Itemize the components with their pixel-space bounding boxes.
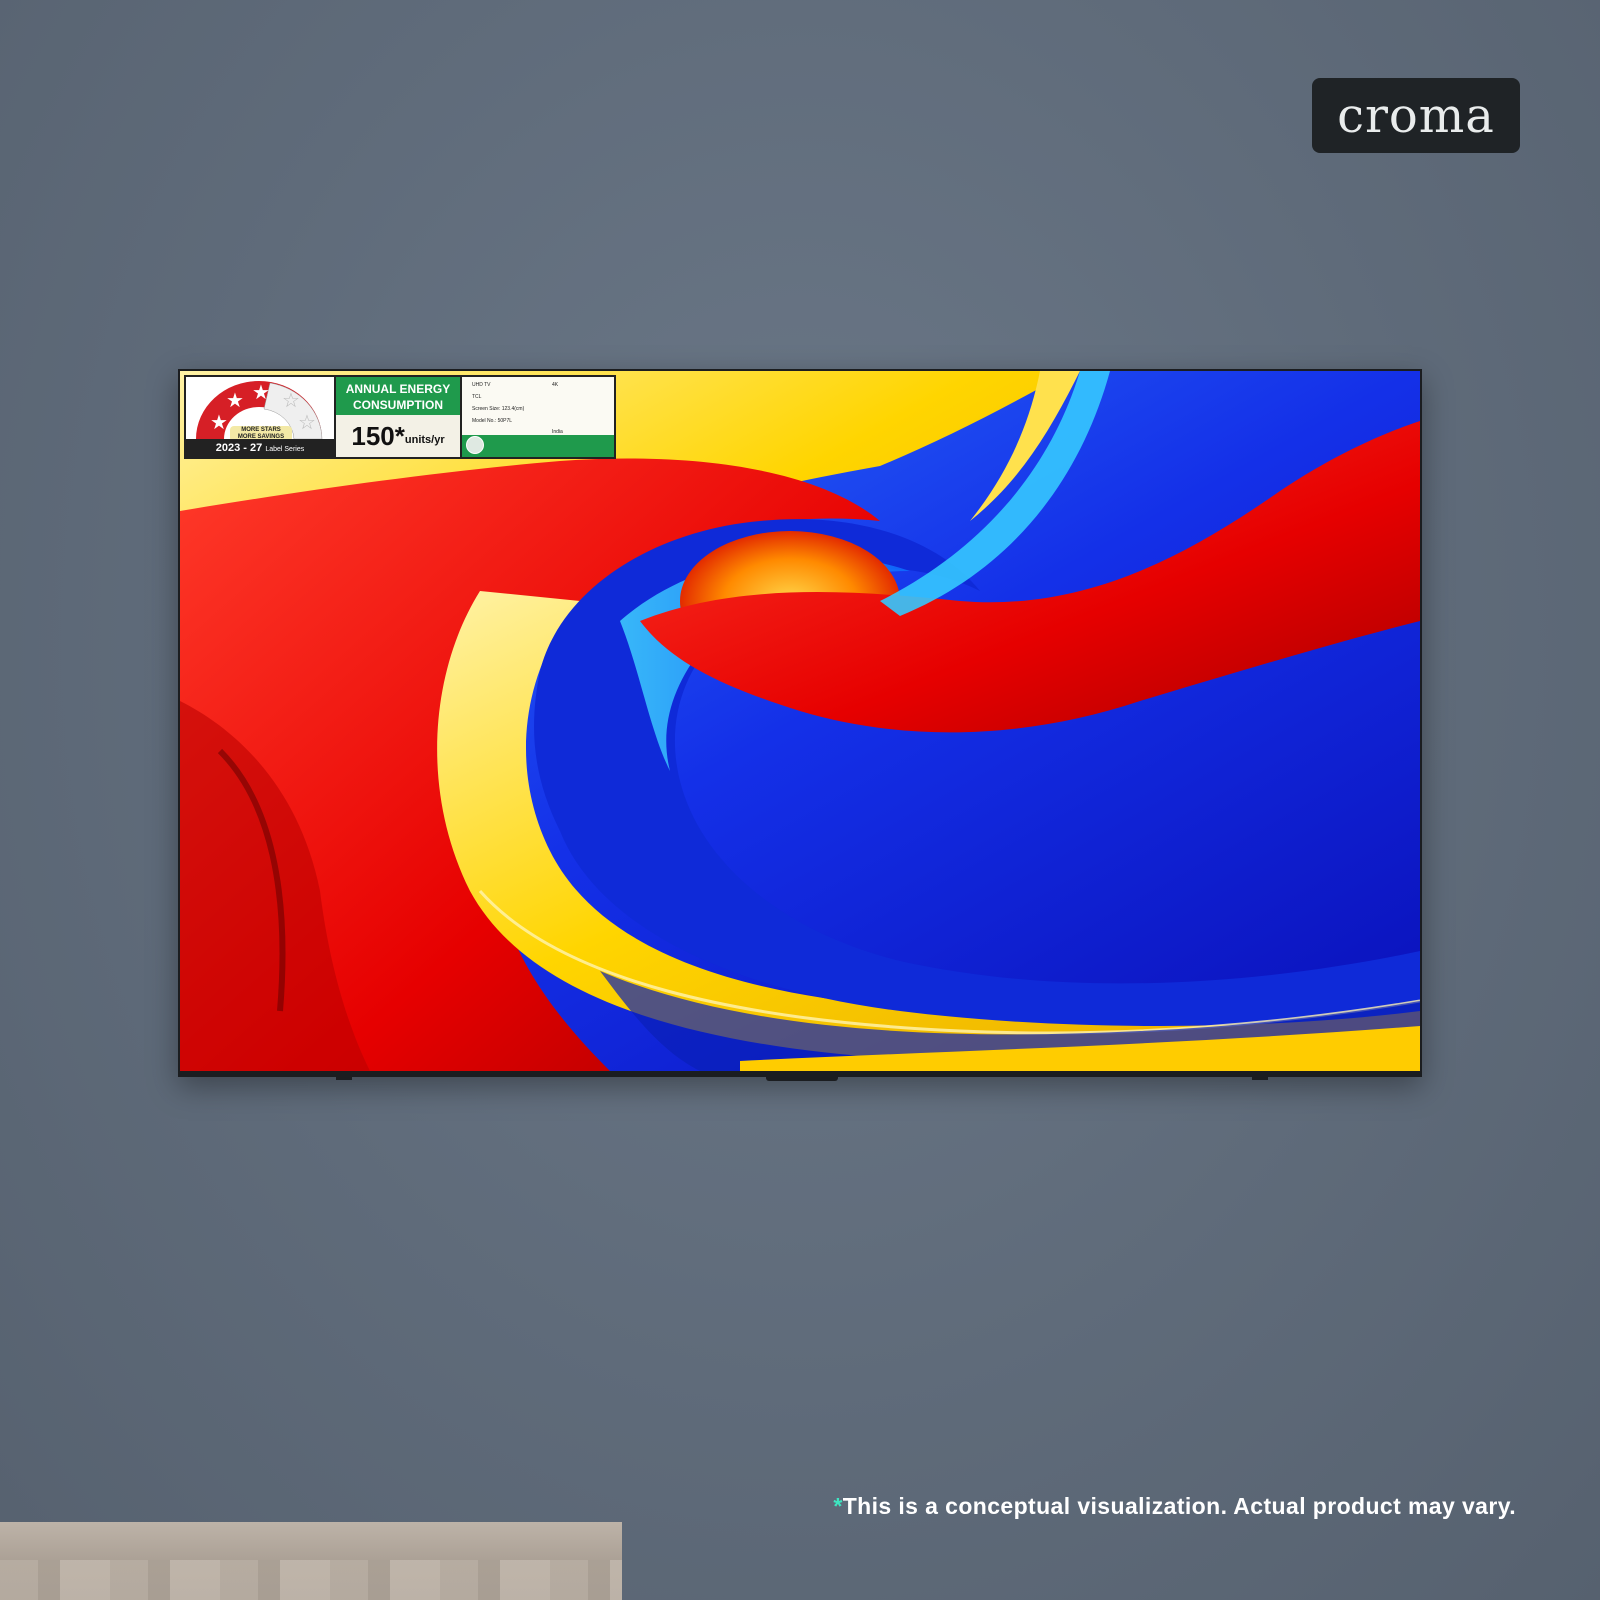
- tv-foot-right: [1252, 1076, 1268, 1080]
- star-icon: ★: [252, 382, 270, 404]
- product-info-panel: UHD TV 4K TCL Screen Size: 123.4(cm) Mod…: [462, 377, 614, 457]
- star-icon: ☆: [282, 390, 300, 412]
- disclaimer-asterisk: *: [833, 1493, 843, 1519]
- consumption-title: ANNUAL ENERGY CONSUMPTION: [336, 377, 460, 415]
- star-icon: ☆: [298, 412, 316, 434]
- model-number: Model No.: 50P7L: [472, 418, 513, 424]
- energy-rating-label: ★ ★ ★ ☆ ☆ MORE STARS MORE SAVINGS 2023 -…: [184, 375, 616, 459]
- tv-stand-bar: [766, 1075, 838, 1081]
- disclaimer-body: This is a conceptual visualization. Actu…: [842, 1493, 1516, 1519]
- product-type: UHD TV: [472, 382, 491, 388]
- brand-name: TCL: [472, 394, 482, 400]
- resolution: 4K: [552, 382, 559, 388]
- logo-text: croma: [1337, 87, 1495, 144]
- abstract-swirl-wallpaper: [180, 371, 1420, 1071]
- label-footer-bar: [462, 435, 614, 457]
- screen-size: Screen Size: 123.4(cm): [472, 406, 525, 412]
- label-series: 2023 - 27 Label Series: [186, 439, 334, 457]
- television: ★ ★ ★ ☆ ☆ MORE STARS MORE SAVINGS 2023 -…: [178, 369, 1422, 1077]
- series-suffix: Label Series: [265, 446, 305, 453]
- wooden-shelf-grain: [0, 1560, 622, 1600]
- star-icon: ★: [226, 390, 244, 412]
- savings-line-1: MORE STARS: [241, 427, 281, 433]
- energy-consumption-panel: ANNUAL ENERGY CONSUMPTION 150* units/yr: [336, 377, 462, 457]
- disclaimer-text: *This is a conceptual visualization. Act…: [833, 1493, 1516, 1520]
- star-icon: ★: [210, 412, 228, 434]
- bee-seal-icon: [466, 436, 484, 454]
- series-year: 2023 - 27: [215, 442, 263, 454]
- consumption-unit: units/yr: [404, 434, 445, 446]
- consumption-value-box: 150* units/yr: [336, 415, 460, 457]
- croma-logo: croma: [1312, 78, 1520, 153]
- consumption-value: 150*: [351, 420, 405, 451]
- tv-screen: ★ ★ ★ ☆ ☆ MORE STARS MORE SAVINGS 2023 -…: [180, 371, 1420, 1071]
- star-rating-panel: ★ ★ ★ ☆ ☆ MORE STARS MORE SAVINGS 2023 -…: [186, 377, 336, 457]
- tv-foot-left: [336, 1076, 352, 1080]
